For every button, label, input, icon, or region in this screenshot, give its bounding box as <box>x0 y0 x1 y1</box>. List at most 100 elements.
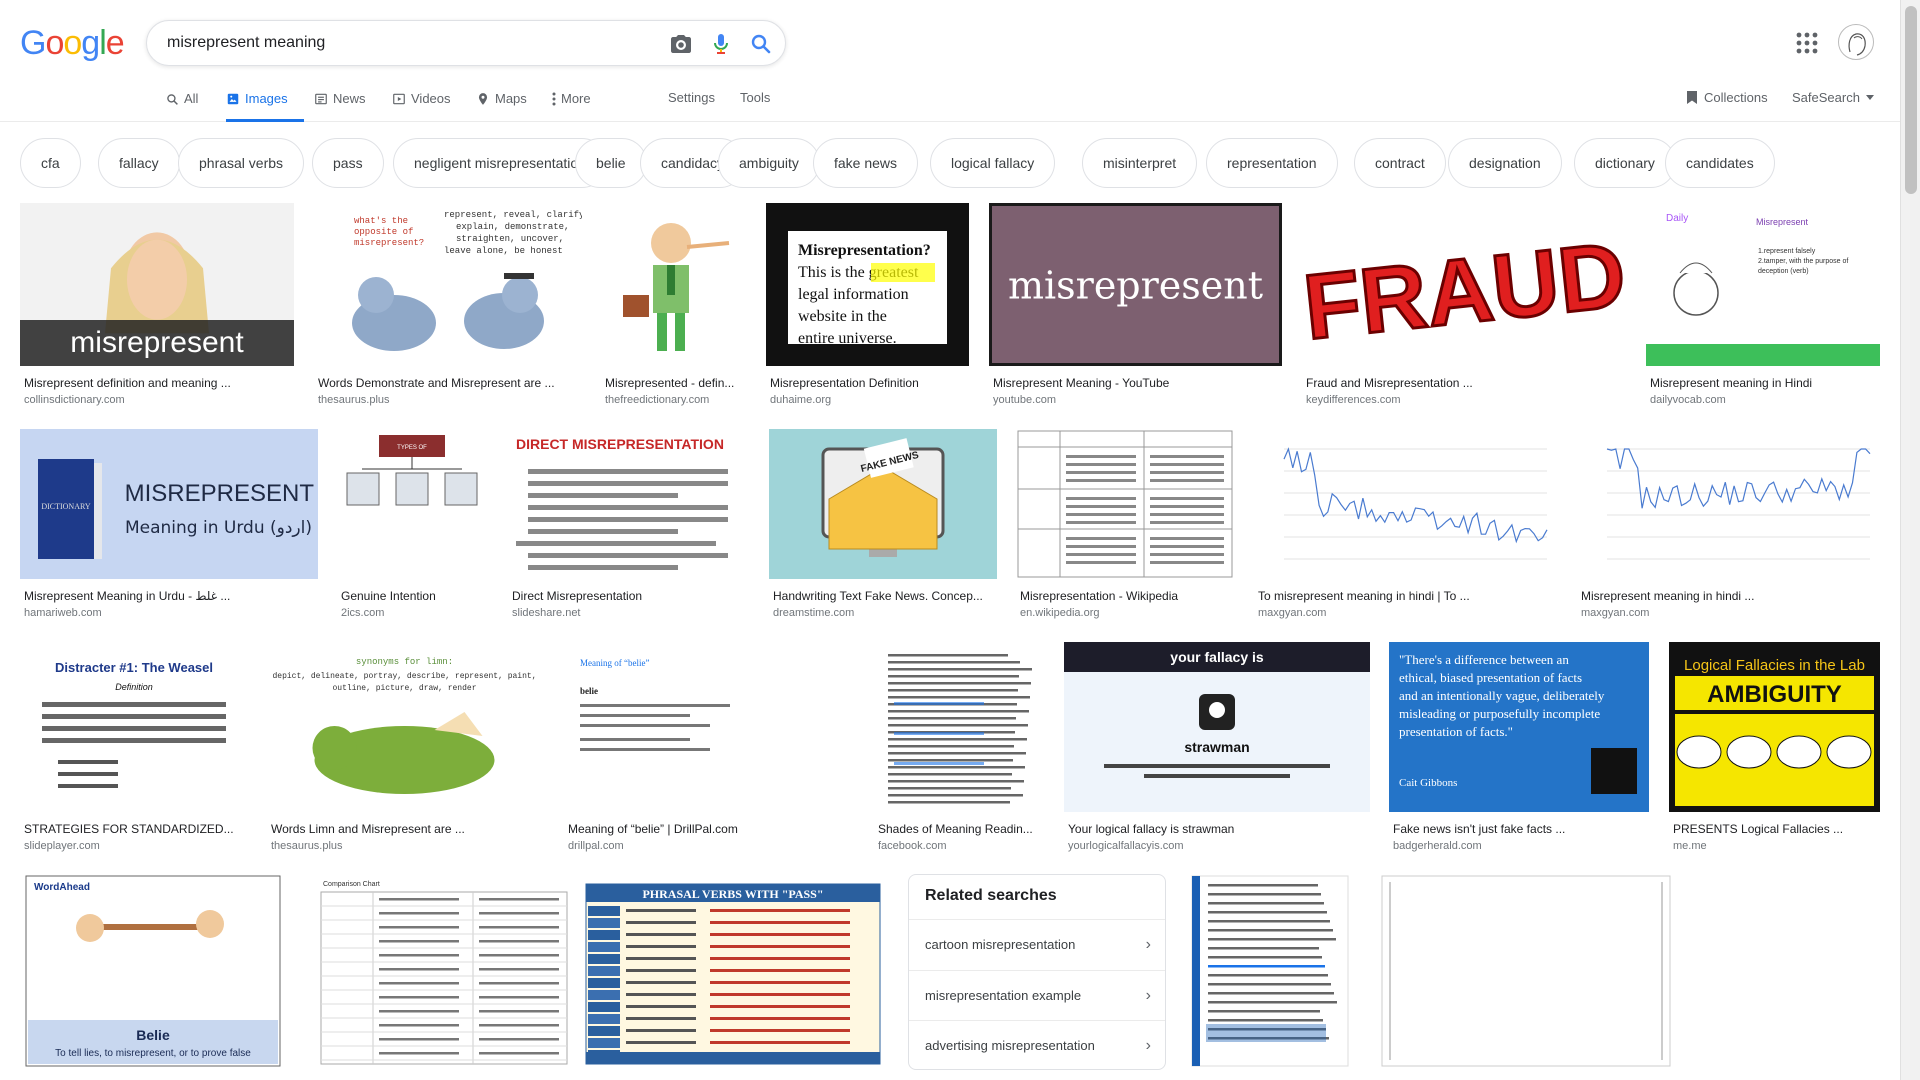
image-result[interactable]: Logical Fallacies in the Lab AMBIGUITY PRE… <box>1669 642 1880 856</box>
scrollbar-thumb[interactable] <box>1905 6 1917 194</box>
result-caption[interactable]: Your logical fallacy is strawman <box>1068 822 1368 836</box>
microphone-icon[interactable] <box>709 32 733 56</box>
image-thumbnail[interactable]: DICTIONARY MISREPRESENT Meaning in Urdu (ا… <box>20 429 318 579</box>
chip-representation[interactable]: representation <box>1206 138 1338 188</box>
result-source[interactable]: me.me <box>1673 840 1878 852</box>
image-result[interactable]: PHRASAL VERBS WITH "PASS" <box>580 874 886 1080</box>
result-caption[interactable]: STRATEGIES FOR STANDARDIZED... <box>24 822 246 836</box>
result-caption[interactable]: Misrepresent Meaning - YouTube <box>993 376 1280 390</box>
result-source[interactable]: slideshare.net <box>512 607 746 619</box>
image-thumbnail[interactable] <box>874 642 1044 812</box>
image-thumbnail[interactable] <box>1016 429 1234 579</box>
result-caption[interactable]: Fake news isn't just fake facts ... <box>1393 822 1647 836</box>
result-source[interactable]: keydifferences.com <box>1306 394 1624 406</box>
result-source[interactable]: thesaurus.plus <box>318 394 580 406</box>
result-caption[interactable]: Shades of Meaning Readin... <box>878 822 1042 836</box>
result-caption[interactable]: Misrepresent definition and meaning ... <box>24 376 292 390</box>
image-thumbnail[interactable]: Misrepresentation?This is the greatestle… <box>766 203 969 366</box>
result-source[interactable]: thesaurus.plus <box>271 840 540 852</box>
google-logo[interactable]: Google <box>20 26 125 60</box>
image-result[interactable]: DICTIONARY MISREPRESENT Meaning in Urdu (ا… <box>20 429 318 623</box>
image-thumbnail[interactable] <box>1376 874 1676 1070</box>
tab-maps[interactable]: Maps <box>476 84 527 122</box>
result-caption[interactable]: Misrepresented - defin... <box>605 376 743 390</box>
chip-candidates[interactable]: candidates <box>1665 138 1775 188</box>
tab-more[interactable]: More <box>552 84 591 122</box>
image-result[interactable]: To misrepresent meaning in hindi | To ..… <box>1254 429 1557 623</box>
image-thumbnail[interactable] <box>601 203 745 366</box>
result-source[interactable]: thefreedictionary.com <box>605 394 743 406</box>
chip-phrasal-verbs[interactable]: phrasal verbs <box>178 138 305 188</box>
image-result[interactable]: TYPES OF Genuine Intention 2ics.com <box>337 429 487 623</box>
image-result[interactable]: misrepresent Misrepresent definition and … <box>20 203 294 410</box>
image-result[interactable]: Misrepresented - defin... thefreedictiona… <box>601 203 745 410</box>
image-thumbnail[interactable]: FRAUD <box>1302 203 1626 366</box>
image-thumbnail[interactable]: "There's a difference between an ethical,… <box>1389 642 1649 812</box>
image-thumbnail[interactable] <box>1186 874 1354 1070</box>
image-result[interactable] <box>1376 874 1676 1080</box>
result-caption[interactable]: Misrepresent meaning in hindi ... <box>1581 589 1878 603</box>
chip-fallacy[interactable]: fallacy <box>98 138 180 188</box>
image-result[interactable]: Comparison Chart <box>313 874 575 1080</box>
result-source[interactable]: en.wikipedia.org <box>1020 607 1232 619</box>
image-result[interactable]: FRAUD Fraud and Misrepresentation ... keyd… <box>1302 203 1626 410</box>
image-result[interactable]: Daily Misrepresent 1.represent falsely 2.ta… <box>1646 203 1880 410</box>
image-result[interactable]: Misrepresent meaning in hindi ... maxgyan… <box>1577 429 1880 623</box>
result-source[interactable]: youtube.com <box>993 394 1280 406</box>
result-source[interactable]: maxgyan.com <box>1258 607 1555 619</box>
result-caption[interactable]: Meaning of “belie” | DrillPal.com <box>568 822 852 836</box>
image-result[interactable]: WordAhead Belie To tell lies, to misrepres… <box>20 874 286 1080</box>
image-thumbnail[interactable]: Distracter #1: The Weasel Definition <box>20 642 248 812</box>
image-thumbnail[interactable]: DIRECT MISREPRESENTATION <box>508 429 748 579</box>
result-source[interactable]: maxgyan.com <box>1581 607 1878 619</box>
collections-link[interactable]: Collections <box>1686 90 1768 105</box>
result-source[interactable]: facebook.com <box>878 840 1042 852</box>
image-thumbnail[interactable]: FAKE NEWS <box>769 429 997 579</box>
result-caption[interactable]: Misrepresent meaning in Hindi <box>1650 376 1878 390</box>
result-caption[interactable]: Misrepresentation - Wikipedia <box>1020 589 1232 603</box>
chip-designation[interactable]: designation <box>1448 138 1562 188</box>
result-caption[interactable]: Handwriting Text Fake News. Concep... <box>773 589 995 603</box>
image-result[interactable]: DIRECT MISREPRESENTATION Direct Misrepres… <box>508 429 748 623</box>
result-source[interactable]: yourlogicalfallacyis.com <box>1068 840 1368 852</box>
image-result[interactable]: Misrepresentation - Wikipedia en.wikipedi… <box>1016 429 1234 623</box>
tab-news[interactable]: News <box>314 84 366 122</box>
tab-videos[interactable]: Videos <box>392 84 451 122</box>
result-caption[interactable]: Words Limn and Misrepresent are ... <box>271 822 540 836</box>
avatar[interactable] <box>1838 24 1874 60</box>
image-thumbnail[interactable]: WordAhead Belie To tell lies, to misrepres… <box>20 874 286 1070</box>
result-source[interactable]: collinsdictionary.com <box>24 394 292 406</box>
image-result[interactable]: Meaning of “belie” belie Meaning of “belie… <box>564 642 854 856</box>
result-caption[interactable]: Misrepresent Meaning in Urdu - غلط ... <box>24 589 316 603</box>
chip-dictionary[interactable]: dictionary <box>1574 138 1676 188</box>
image-result[interactable]: Misrepresentation?This is the greatestle… <box>766 203 969 410</box>
result-source[interactable]: hamariweb.com <box>24 607 316 619</box>
result-source[interactable]: dailyvocab.com <box>1650 394 1878 406</box>
image-result[interactable]: Distracter #1: The Weasel Definition STRAT… <box>20 642 248 856</box>
image-result[interactable]: misrepresent Misrepresent Meaning - YouTu… <box>989 203 1282 410</box>
result-caption[interactable]: Words Demonstrate and Misrepresent are .… <box>318 376 580 390</box>
apps-grid-icon[interactable] <box>1796 32 1818 54</box>
result-caption[interactable]: To misrepresent meaning in hindi | To ..… <box>1258 589 1555 603</box>
page-scrollbar[interactable] <box>1900 0 1920 1080</box>
image-thumbnail[interactable]: synonyms for limn: depict, delineate, por… <box>267 642 542 812</box>
image-result[interactable]: Shades of Meaning Readin... facebook.com <box>874 642 1044 856</box>
chip-ambiguity[interactable]: ambiguity <box>718 138 820 188</box>
image-result[interactable] <box>1186 874 1354 1080</box>
image-result[interactable]: your fallacy is strawman Your logical fall… <box>1064 642 1370 856</box>
result-caption[interactable]: Genuine Intention <box>341 589 485 603</box>
chip-fake-news[interactable]: fake news <box>813 138 919 188</box>
chip-contract[interactable]: contract <box>1354 138 1446 188</box>
tab-all[interactable]: All <box>166 84 198 122</box>
related-search-item[interactable]: cartoon misrepresentation › <box>909 919 1165 969</box>
result-source[interactable]: duhaime.org <box>770 394 967 406</box>
image-thumbnail[interactable]: Meaning of “belie” belie <box>564 642 854 812</box>
tools-link[interactable]: Tools <box>740 90 770 105</box>
image-thumbnail[interactable]: misrepresent <box>989 203 1282 366</box>
image-result[interactable]: what's the opposite of misrepresent? repres… <box>314 203 582 410</box>
tab-images[interactable]: Images <box>226 84 304 122</box>
result-caption[interactable]: PRESENTS Logical Fallacies ... <box>1673 822 1878 836</box>
settings-link[interactable]: Settings <box>668 90 715 105</box>
safesearch-menu[interactable]: SafeSearch <box>1792 90 1874 105</box>
result-caption[interactable]: Direct Misrepresentation <box>512 589 746 603</box>
